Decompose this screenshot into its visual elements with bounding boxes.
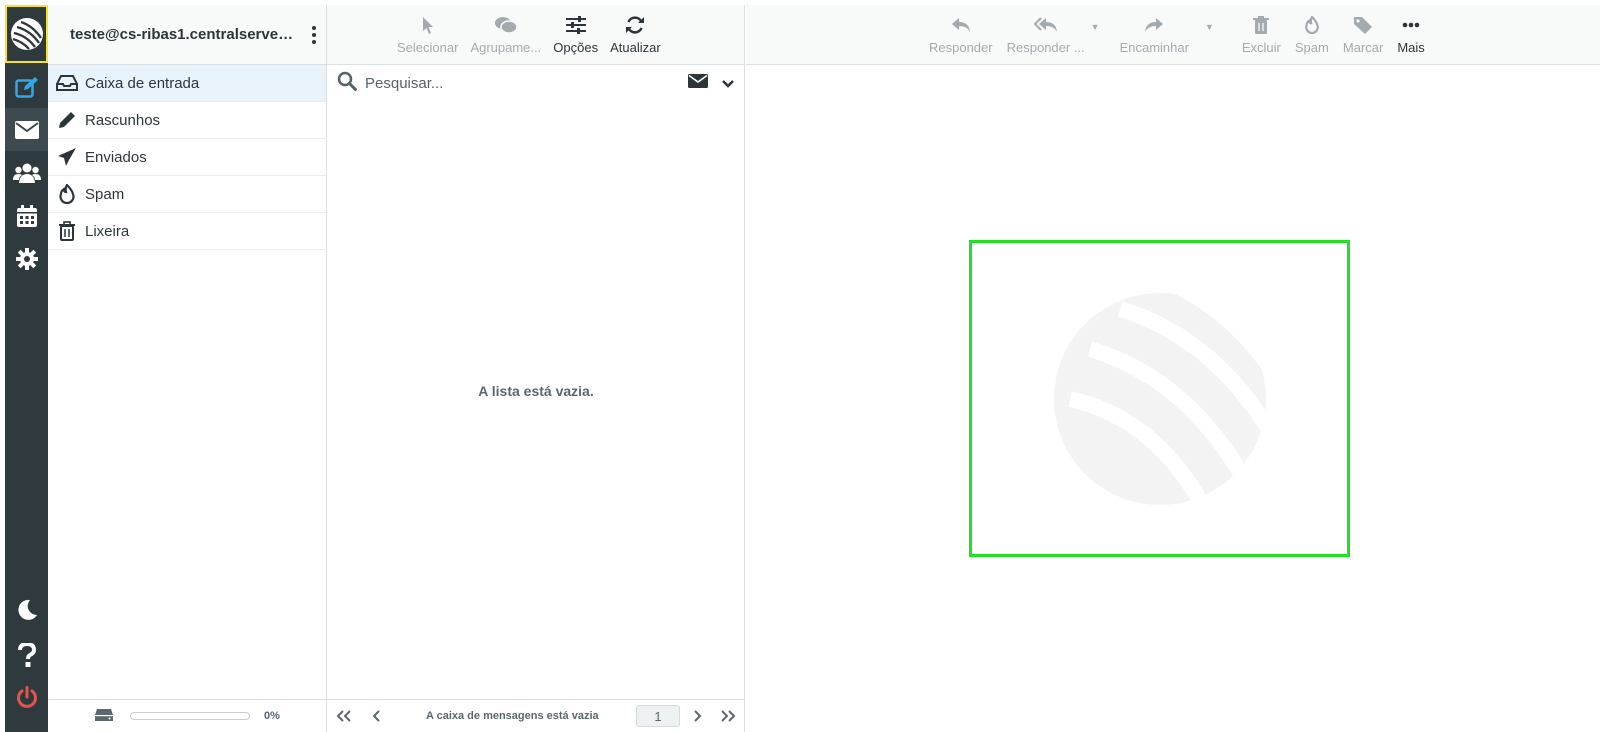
last-page-icon[interactable]	[716, 710, 740, 722]
quota-percent: 0%	[264, 710, 280, 722]
folder-label: Lixeira	[85, 222, 130, 240]
nav-rail	[5, 5, 48, 732]
paper-plane-icon	[56, 146, 78, 168]
watermark-frame	[969, 240, 1350, 557]
sliders-icon	[565, 15, 586, 35]
search-icon[interactable]	[337, 71, 357, 95]
account-menu-icon[interactable]	[312, 25, 316, 44]
chevron-down-icon[interactable]	[722, 75, 734, 92]
folder-item-inbox[interactable]: Caixa de entrada	[48, 65, 326, 102]
message-preview-panel: Responder Responder ... ▼ Encaminhar ▼ E…	[746, 5, 1600, 732]
refresh-icon	[625, 15, 645, 35]
comments-icon	[494, 15, 517, 35]
folder-label: Spam	[85, 185, 125, 203]
mark-button[interactable]: Marcar	[1343, 15, 1383, 55]
logo-globe-icon	[10, 18, 43, 50]
folder-label: Rascunhos	[85, 111, 161, 129]
calendar-icon	[16, 204, 37, 227]
logout-button[interactable]	[5, 675, 48, 718]
reply-all-button[interactable]: Responder ...	[1007, 15, 1085, 55]
inbox-icon	[56, 72, 78, 94]
folder-panel: teste@cs-ribas1.centralserver.co... Caix…	[48, 5, 327, 732]
quota-progress	[130, 712, 250, 720]
refresh-button[interactable]: Atualizar	[610, 15, 661, 55]
disk-icon	[94, 708, 114, 725]
reply-label: Responder	[929, 40, 993, 55]
forward-icon	[1144, 15, 1164, 35]
prev-page-icon[interactable]	[364, 710, 388, 722]
delete-button[interactable]: Excluir	[1242, 15, 1281, 55]
gear-icon	[15, 247, 38, 270]
search-bar: Pesquisar...	[327, 65, 744, 101]
power-icon	[16, 685, 37, 708]
dark-mode-button[interactable]	[5, 588, 48, 631]
trash-icon	[56, 220, 78, 242]
contacts-button[interactable]	[5, 151, 48, 194]
message-list-panel: Selecionar Agrupame... Opções Atualizar …	[327, 5, 745, 732]
forward-button[interactable]: Encaminhar	[1120, 15, 1189, 55]
mail-button[interactable]	[5, 108, 48, 151]
search-input[interactable]: Pesquisar...	[365, 75, 685, 92]
fire-icon	[56, 183, 78, 205]
account-header: teste@cs-ribas1.centralserver.co...	[48, 5, 326, 65]
quota-bar: 0%	[48, 699, 327, 732]
more-dots-icon	[1402, 15, 1420, 35]
reply-icon	[951, 15, 971, 35]
spam-label: Spam	[1294, 40, 1329, 55]
select-button[interactable]: Selecionar	[397, 15, 458, 55]
next-page-icon[interactable]	[686, 710, 710, 722]
account-email: teste@cs-ribas1.centralserver.co...	[70, 26, 298, 43]
tag-icon	[1353, 15, 1373, 35]
question-icon	[17, 642, 36, 667]
folder-item-drafts[interactable]: Rascunhos	[48, 102, 326, 139]
watermark-logo-icon	[1053, 292, 1266, 505]
settings-button[interactable]	[5, 237, 48, 280]
folder-label: Caixa de entrada	[85, 74, 200, 92]
envelope-filter-icon[interactable]	[688, 74, 708, 92]
reply-button[interactable]: Responder	[929, 15, 993, 55]
delete-label: Excluir	[1241, 40, 1281, 55]
refresh-label: Atualizar	[610, 40, 661, 55]
compose-button[interactable]	[5, 65, 48, 108]
help-button[interactable]	[5, 633, 48, 676]
mailbox-status: A caixa de mensagens está vazia	[426, 710, 599, 722]
folder-item-spam[interactable]: Spam	[48, 176, 326, 213]
app-logo[interactable]	[5, 5, 48, 63]
fire-icon	[1304, 15, 1320, 35]
list-toolbar: Selecionar Agrupame... Opções Atualizar	[327, 5, 744, 65]
pointer-icon	[422, 15, 434, 35]
folder-label: Enviados	[85, 148, 147, 166]
more-button[interactable]: Mais	[1397, 15, 1425, 55]
list-pagination: A caixa de mensagens está vazia 1	[327, 699, 745, 732]
options-button[interactable]: Opções	[553, 15, 598, 55]
reply-all-icon	[1033, 15, 1058, 35]
webmail-app: teste@cs-ribas1.centralserver.co... Caix…	[5, 5, 1600, 732]
forward-dropdown-icon[interactable]: ▼	[1205, 22, 1214, 32]
message-toolbar: Responder Responder ... ▼ Encaminhar ▼ E…	[746, 5, 1600, 65]
moon-icon	[17, 599, 37, 620]
trash-icon	[1253, 15, 1270, 35]
spam-button[interactable]: Spam	[1295, 15, 1329, 55]
forward-label: Encaminhar	[1119, 40, 1189, 55]
calendar-button[interactable]	[5, 194, 48, 237]
users-icon	[12, 163, 41, 183]
envelope-icon	[14, 120, 39, 139]
empty-list-message: A lista está vazia.	[478, 383, 594, 399]
compose-icon	[14, 76, 38, 98]
reply-all-dropdown-icon[interactable]: ▼	[1091, 22, 1100, 32]
mark-label: Marcar	[1342, 40, 1384, 55]
folder-item-sent[interactable]: Enviados	[48, 139, 326, 176]
folder-item-trash[interactable]: Lixeira	[48, 213, 326, 250]
more-label: Mais	[1397, 40, 1425, 55]
page-number-input[interactable]: 1	[636, 705, 680, 727]
options-label: Opções	[553, 40, 599, 55]
group-button[interactable]: Agrupame...	[470, 15, 541, 55]
pencil-icon	[56, 109, 78, 131]
select-label: Selecionar	[397, 40, 459, 55]
reply-all-label: Responder ...	[1006, 40, 1085, 55]
first-page-icon[interactable]	[332, 710, 356, 722]
group-label: Agrupame...	[470, 40, 542, 55]
